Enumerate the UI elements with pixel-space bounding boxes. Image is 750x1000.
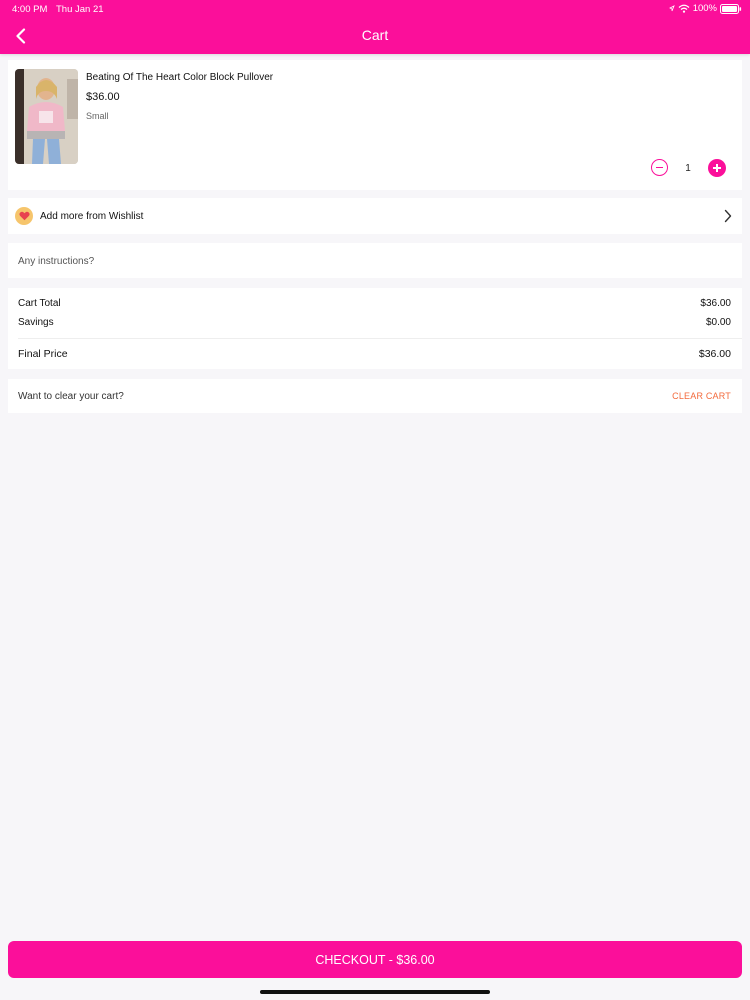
cart-item-card: Beating Of The Heart Color Block Pullove… <box>8 60 742 190</box>
product-size: Small <box>86 111 109 121</box>
quantity-value: 1 <box>685 163 691 174</box>
product-name[interactable]: Beating Of The Heart Color Block Pullove… <box>86 72 273 83</box>
product-photo-illustration <box>15 69 78 164</box>
app-header: 4:00 PM Thu Jan 21 100% Cart <box>0 0 750 54</box>
wishlist-label: Add more from Wishlist <box>40 211 144 222</box>
status-indicators: 100% <box>668 3 742 14</box>
cart-total-label: Cart Total <box>18 298 61 309</box>
heart-icon <box>15 207 33 225</box>
status-date: Thu Jan 21 <box>56 4 104 15</box>
instructions-input[interactable] <box>18 254 718 268</box>
decrease-quantity-button[interactable] <box>651 159 668 176</box>
page-title: Cart <box>361 27 389 43</box>
clear-cart-button[interactable]: CLEAR CART <box>672 391 731 401</box>
divider <box>18 338 742 339</box>
wifi-icon <box>678 4 690 13</box>
price-summary: Cart Total $36.00 Savings $0.00 Final Pr… <box>8 288 742 369</box>
battery-icon <box>720 3 742 14</box>
home-indicator <box>260 990 490 994</box>
final-price-value: $36.00 <box>698 348 731 360</box>
add-from-wishlist-row[interactable]: Add more from Wishlist <box>8 198 742 234</box>
chevron-right-icon <box>724 209 732 223</box>
final-price-label: Final Price <box>18 348 68 360</box>
status-bar: 4:00 PM Thu Jan 21 100% <box>0 0 750 18</box>
cart-total-value: $36.00 <box>700 298 731 309</box>
product-image[interactable] <box>15 69 78 164</box>
clear-cart-row: Want to clear your cart? CLEAR CART <box>8 379 742 413</box>
instructions-card <box>8 243 742 278</box>
increase-quantity-button[interactable] <box>708 159 726 177</box>
savings-value: $0.00 <box>705 317 731 328</box>
location-icon <box>668 5 675 12</box>
product-price: $36.00 <box>86 91 120 103</box>
savings-label: Savings <box>18 317 54 328</box>
clear-cart-prompt: Want to clear your cart? <box>18 391 124 402</box>
status-time: 4:00 PM <box>12 4 48 15</box>
checkout-button[interactable]: CHECKOUT - $36.00 <box>8 941 742 978</box>
battery-percentage: 100% <box>692 3 717 14</box>
